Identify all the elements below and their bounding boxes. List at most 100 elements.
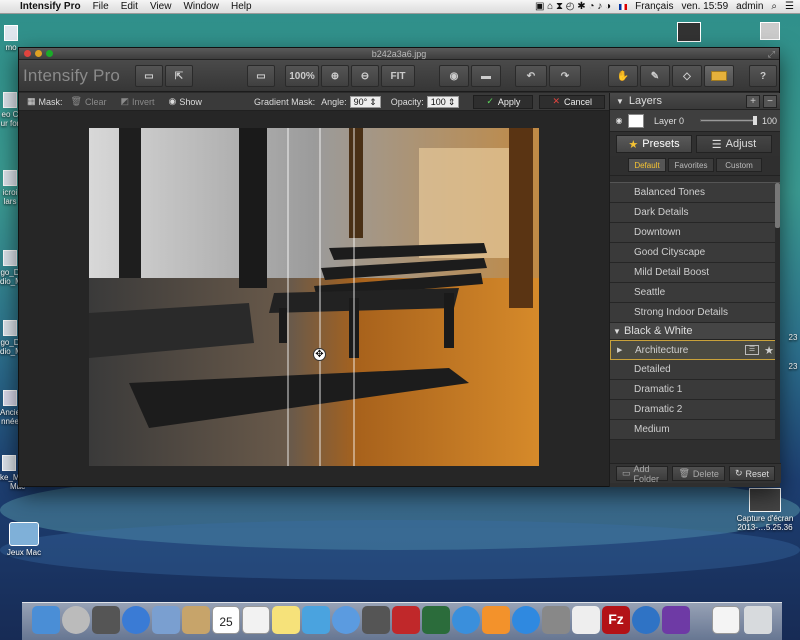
- filezilla-icon[interactable]: Fz: [602, 606, 630, 634]
- zoom-100-button[interactable]: 100%: [285, 65, 319, 87]
- system-preferences-icon[interactable]: [542, 606, 570, 634]
- photo[interactable]: ✥: [89, 128, 539, 466]
- desktop-icon[interactable]: go_D dio_M: [0, 250, 22, 286]
- list-item-selected[interactable]: ▶ Architecture ☰ ★: [610, 340, 780, 360]
- menu-clock[interactable]: ven. 15:59: [681, 1, 728, 12]
- eraser-tool-button[interactable]: ◇: [672, 65, 702, 87]
- input-language[interactable]: Français: [635, 1, 673, 12]
- notes-icon[interactable]: [272, 606, 300, 634]
- search-icon[interactable]: ⌕: [771, 1, 777, 12]
- iphoto-icon[interactable]: [422, 606, 450, 634]
- menu-view[interactable]: View: [150, 1, 172, 12]
- zoom-in-button[interactable]: ⊕: [321, 65, 349, 87]
- delete-button[interactable]: 🗑 Delete: [672, 466, 725, 481]
- share-button[interactable]: ⇱: [165, 65, 193, 87]
- tab-presets[interactable]: ★ Presets: [616, 135, 692, 153]
- open-button[interactable]: ▭: [135, 65, 163, 87]
- subtab-favorites[interactable]: Favorites: [668, 158, 714, 172]
- opacity-stepper[interactable]: 100 ⇕: [426, 95, 460, 108]
- add-layer-button[interactable]: +: [746, 95, 760, 108]
- textedit-icon[interactable]: [572, 606, 600, 634]
- list-item[interactable]: Good Cityscape: [610, 243, 780, 263]
- scrollbar-thumb[interactable]: [775, 183, 780, 228]
- menu-help[interactable]: Help: [231, 1, 252, 12]
- menu-app[interactable]: Intensify Pro: [20, 1, 81, 12]
- facetime-icon[interactable]: [362, 606, 390, 634]
- remove-layer-button[interactable]: −: [763, 95, 777, 108]
- teamviewer-icon[interactable]: [632, 606, 660, 634]
- list-item[interactable]: Dramatic 2: [610, 400, 780, 420]
- calendar-icon[interactable]: 25: [212, 606, 240, 634]
- trash-icon[interactable]: [744, 606, 772, 634]
- clear-mask-button[interactable]: 🗑 Clear: [71, 96, 107, 107]
- desktop-icon[interactable]: go_D dio_M: [0, 320, 22, 356]
- scrollbar[interactable]: [775, 183, 780, 440]
- desktop-icon[interactable]: icroi lars: [0, 170, 20, 206]
- desktop-screenshot-file[interactable]: Capture d'écran 2013-…5.25.36: [730, 488, 800, 532]
- compare-button[interactable]: ▭: [247, 65, 275, 87]
- list-item[interactable]: Mild Detail Boost: [610, 263, 780, 283]
- redo-button[interactable]: ↷: [549, 65, 581, 87]
- ibooks-icon[interactable]: [482, 606, 510, 634]
- gradient-tool-button[interactable]: [704, 65, 734, 87]
- subtab-custom[interactable]: Custom: [716, 158, 762, 172]
- list-item[interactable]: Seattle: [610, 283, 780, 303]
- itunes-icon[interactable]: [452, 606, 480, 634]
- gradient-center-handle[interactable]: ✥: [313, 348, 326, 361]
- document-icon[interactable]: [712, 606, 740, 634]
- zoom-fit-button[interactable]: FIT: [381, 65, 415, 87]
- fullscreen-icon[interactable]: ⤢: [768, 49, 775, 60]
- mail-icon[interactable]: [152, 606, 180, 634]
- messages-icon[interactable]: [332, 606, 360, 634]
- undo-button[interactable]: ↶: [515, 65, 547, 87]
- maps-icon[interactable]: [302, 606, 330, 634]
- section-black-white[interactable]: ▼ Black & White: [610, 323, 780, 340]
- intensify-icon[interactable]: [662, 606, 690, 634]
- desktop-icon[interactable]: eo Cur for: [0, 92, 20, 128]
- help-button[interactable]: ?: [749, 65, 777, 87]
- preset-list[interactable]: Balanced Tones Dark Details Downtown Goo…: [610, 182, 780, 440]
- subtab-default[interactable]: Default: [628, 158, 666, 172]
- list-item[interactable]: Strong Indoor Details: [610, 303, 780, 323]
- drive-icon[interactable]: [758, 22, 782, 42]
- photo-booth-icon[interactable]: [392, 606, 420, 634]
- hand-tool-button[interactable]: ✋: [608, 65, 638, 87]
- list-item[interactable]: Dramatic 1: [610, 380, 780, 400]
- list-icon[interactable]: ☰: [785, 1, 794, 12]
- mission-control-icon[interactable]: [92, 606, 120, 634]
- status-icons[interactable]: ▣ ⌂ ⧗ ◴ ✱ ◔ ♪ ◑: [535, 1, 611, 12]
- edit-preset-icon[interactable]: ☰: [745, 345, 759, 355]
- desktop-folder-jeux[interactable]: Jeux Mac: [2, 522, 46, 557]
- desktop-icon[interactable]: [675, 22, 703, 44]
- split-view-button[interactable]: ▬: [471, 65, 501, 87]
- list-item[interactable]: Detailed: [610, 360, 780, 380]
- preview-button[interactable]: ◉: [439, 65, 469, 87]
- contacts-icon[interactable]: [182, 606, 210, 634]
- angle-stepper[interactable]: 90° ⇕: [349, 95, 381, 108]
- tab-adjust[interactable]: ☰ Adjust: [696, 135, 772, 153]
- list-item[interactable]: Medium: [610, 420, 780, 440]
- launchpad-icon[interactable]: [62, 606, 90, 634]
- zoom-out-button[interactable]: ⊖: [351, 65, 379, 87]
- image-canvas[interactable]: ✥: [19, 111, 609, 486]
- reminders-icon[interactable]: [242, 606, 270, 634]
- show-mask-button[interactable]: ◉ Show: [169, 96, 202, 107]
- menu-window[interactable]: Window: [183, 1, 219, 12]
- collapse-icon[interactable]: ▼: [616, 97, 624, 106]
- menu-file[interactable]: File: [93, 1, 109, 12]
- cancel-button[interactable]: ✕ Cancel: [539, 94, 605, 109]
- add-folder-button[interactable]: ▭ Add Folder: [616, 464, 669, 484]
- list-item[interactable]: Downtown: [610, 223, 780, 243]
- desktop-icon[interactable]: Ancie nnée: [0, 390, 20, 426]
- layer-opacity-slider[interactable]: [700, 116, 758, 125]
- menu-edit[interactable]: Edit: [121, 1, 138, 12]
- eye-icon[interactable]: ◉: [610, 116, 628, 125]
- apply-button[interactable]: ✓ Apply: [473, 94, 534, 109]
- list-item[interactable]: Balanced Tones: [610, 183, 780, 203]
- reset-button[interactable]: ↻ Reset: [728, 466, 775, 481]
- menu-user[interactable]: admin: [736, 1, 763, 12]
- app-store-icon[interactable]: [512, 606, 540, 634]
- slider-knob[interactable]: [753, 116, 758, 125]
- favorite-star-icon[interactable]: ★: [764, 341, 774, 361]
- brush-tool-button[interactable]: ✎: [640, 65, 670, 87]
